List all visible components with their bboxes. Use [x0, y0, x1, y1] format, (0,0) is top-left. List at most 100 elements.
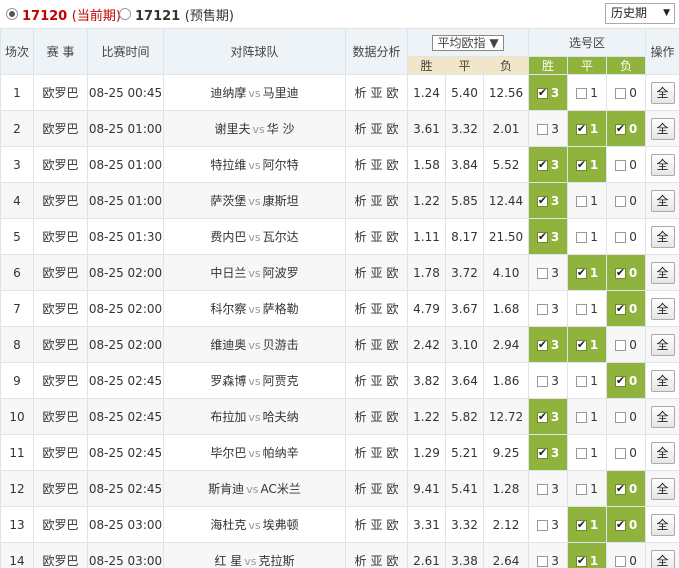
analysis-link-xi[interactable]: 析 [354, 158, 366, 172]
odds-type-select[interactable]: 平均欧指 ▼ [432, 34, 504, 51]
home-team[interactable]: 毕尔巴 [210, 446, 246, 460]
league-link[interactable]: 欧罗巴 [33, 470, 88, 507]
league-link[interactable]: 欧罗巴 [33, 110, 88, 147]
home-team[interactable]: 特拉维 [210, 158, 246, 172]
pick-draw-checkbox[interactable] [576, 231, 588, 243]
pick-draw-cell[interactable]: 1 [567, 506, 608, 543]
pick-win-checkbox[interactable] [537, 267, 549, 279]
presale-issue-radio[interactable] [119, 8, 131, 20]
pick-lose-cell[interactable]: 0 [606, 254, 647, 291]
pick-win-cell[interactable]: 3 [528, 254, 569, 291]
pick-lose-checkbox[interactable] [615, 339, 627, 351]
analysis-link-xi[interactable]: 析 [354, 230, 366, 244]
away-team[interactable]: 克拉斯 [259, 554, 295, 568]
pick-draw-cell[interactable]: 1 [567, 470, 608, 507]
pick-lose-checkbox[interactable] [615, 87, 627, 99]
pick-draw-checkbox[interactable] [575, 158, 587, 171]
away-team[interactable]: 马里迪 [263, 86, 299, 100]
pick-win-cell[interactable]: 3 [528, 542, 569, 568]
pick-lose-cell[interactable]: 0 [606, 182, 647, 219]
analysis-link-ya[interactable]: 亚 [370, 482, 382, 496]
analysis-link-ou[interactable]: 欧 [387, 518, 399, 532]
pick-draw-checkbox[interactable] [576, 375, 588, 387]
league-link[interactable]: 欧罗巴 [33, 182, 88, 219]
analysis-link-xi[interactable]: 析 [354, 338, 366, 352]
pick-win-cell[interactable]: 3 [528, 398, 569, 435]
select-all-button[interactable]: 全 [650, 189, 675, 212]
pick-draw-checkbox[interactable] [575, 518, 587, 531]
pick-draw-checkbox[interactable] [575, 338, 587, 351]
pick-lose-checkbox[interactable] [615, 195, 627, 207]
pick-lose-checkbox[interactable] [615, 447, 627, 459]
pick-lose-cell[interactable]: 0 [606, 146, 647, 183]
league-link[interactable]: 欧罗巴 [33, 434, 88, 471]
pick-win-cell[interactable]: 3 [528, 146, 569, 183]
pick-draw-checkbox[interactable] [575, 554, 587, 567]
pick-draw-cell[interactable]: 1 [567, 434, 608, 471]
analysis-link-ou[interactable]: 欧 [387, 374, 399, 388]
analysis-link-ya[interactable]: 亚 [370, 122, 382, 136]
analysis-link-xi[interactable]: 析 [354, 518, 366, 532]
analysis-link-ya[interactable]: 亚 [370, 518, 382, 532]
league-link[interactable]: 欧罗巴 [33, 506, 88, 543]
analysis-link-ya[interactable]: 亚 [370, 230, 382, 244]
select-all-button[interactable]: 全 [650, 297, 675, 320]
away-team[interactable]: AC米兰 [260, 482, 300, 496]
home-team[interactable]: 海杜克 [210, 518, 246, 532]
away-team[interactable]: 阿波罗 [263, 266, 299, 280]
analysis-link-ou[interactable]: 欧 [387, 86, 399, 100]
analysis-link-ou[interactable]: 欧 [387, 122, 399, 136]
pick-win-checkbox[interactable] [536, 158, 548, 171]
pick-lose-cell[interactable]: 0 [606, 74, 647, 111]
pick-draw-cell[interactable]: 1 [567, 362, 608, 399]
home-team[interactable]: 谢里夫 [214, 122, 250, 136]
pick-win-cell[interactable]: 3 [528, 290, 569, 327]
pick-draw-checkbox[interactable] [575, 266, 587, 279]
pick-win-checkbox[interactable] [537, 555, 549, 567]
league-link[interactable]: 欧罗巴 [33, 362, 88, 399]
analysis-link-ou[interactable]: 欧 [387, 482, 399, 496]
analysis-link-xi[interactable]: 析 [354, 410, 366, 424]
presale-issue[interactable]: 17121 (预售期) [135, 5, 234, 24]
pick-win-cell[interactable]: 3 [528, 506, 569, 543]
away-team[interactable]: 哈夫纳 [263, 410, 299, 424]
analysis-link-ou[interactable]: 欧 [387, 158, 399, 172]
league-link[interactable]: 欧罗巴 [33, 326, 88, 363]
away-team[interactable]: 帕纳辛 [263, 446, 299, 460]
current-issue[interactable]: 17120 (当前期) [22, 5, 121, 24]
pick-win-checkbox[interactable] [536, 410, 548, 423]
home-team[interactable]: 迪纳摩 [210, 86, 246, 100]
select-all-button[interactable]: 全 [650, 477, 675, 500]
analysis-link-xi[interactable]: 析 [354, 482, 366, 496]
select-all-button[interactable]: 全 [650, 369, 675, 392]
pick-win-cell[interactable]: 3 [528, 110, 569, 147]
home-team[interactable]: 科尔察 [210, 302, 246, 316]
pick-lose-checkbox[interactable] [615, 231, 627, 243]
analysis-link-xi[interactable]: 析 [354, 86, 366, 100]
pick-lose-cell[interactable]: 0 [606, 506, 647, 543]
away-team[interactable]: 阿贾克 [263, 374, 299, 388]
select-all-button[interactable]: 全 [650, 261, 675, 284]
pick-lose-cell[interactable]: 0 [606, 218, 647, 255]
away-team[interactable]: 阿尔特 [263, 158, 299, 172]
pick-win-checkbox[interactable] [536, 338, 548, 351]
pick-win-checkbox[interactable] [536, 446, 548, 459]
select-all-button[interactable]: 全 [650, 81, 675, 104]
pick-lose-checkbox[interactable] [615, 555, 627, 567]
league-link[interactable]: 欧罗巴 [33, 146, 88, 183]
pick-win-checkbox[interactable] [537, 303, 549, 315]
analysis-link-xi[interactable]: 析 [354, 302, 366, 316]
history-issue-select[interactable]: 历史期 ▼ [605, 3, 675, 24]
home-team[interactable]: 布拉加 [210, 410, 246, 424]
pick-draw-cell[interactable]: 1 [567, 182, 608, 219]
analysis-link-ya[interactable]: 亚 [370, 410, 382, 424]
pick-draw-checkbox[interactable] [576, 195, 588, 207]
select-all-button[interactable]: 全 [650, 549, 675, 568]
pick-draw-cell[interactable]: 1 [567, 74, 608, 111]
league-link[interactable]: 欧罗巴 [33, 290, 88, 327]
home-team[interactable]: 红 星 [214, 554, 242, 568]
analysis-link-ya[interactable]: 亚 [370, 86, 382, 100]
analysis-link-ou[interactable]: 欧 [387, 338, 399, 352]
pick-win-cell[interactable]: 3 [528, 326, 569, 363]
analysis-link-ya[interactable]: 亚 [370, 194, 382, 208]
